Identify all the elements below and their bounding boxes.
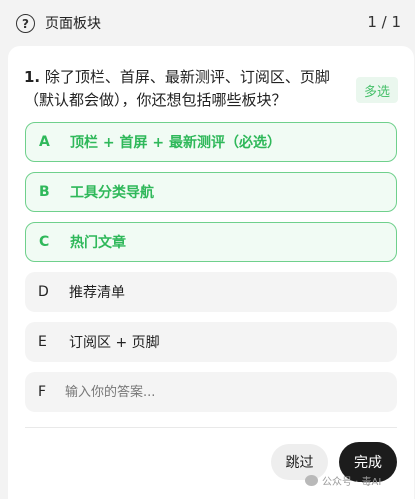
option-letter: E bbox=[38, 334, 47, 350]
option-a[interactable]: A 顶栏 + 首屏 + 最新测评（必选） bbox=[25, 122, 397, 162]
option-e[interactable]: E 订阅区 + 页脚 bbox=[25, 322, 397, 362]
watermark-text: 公众号 · 毒AI bbox=[322, 477, 382, 488]
option-c[interactable]: C 热门文章 bbox=[25, 222, 397, 262]
question-counter: 1 / 1 bbox=[367, 13, 401, 31]
question-body: 除了顶栏、首屏、最新测评、订阅区、页脚（默认都会做），你还想包括哪些板块？ bbox=[24, 68, 330, 109]
option-label: 热门文章 bbox=[70, 235, 126, 251]
question-number: 1. bbox=[24, 68, 41, 86]
question-circle-icon[interactable]: ? bbox=[16, 14, 35, 33]
option-label: 推荐清单 bbox=[69, 285, 125, 301]
option-letter: F bbox=[38, 384, 47, 400]
option-label: 顶栏 + 首屏 + 最新测评（必选） bbox=[70, 135, 281, 151]
option-letter: A bbox=[39, 134, 50, 150]
header: ? 页面板块 1 / 1 bbox=[0, 0, 415, 46]
option-f[interactable]: F bbox=[25, 372, 397, 412]
multi-select-badge: 多选 bbox=[356, 77, 398, 103]
page-title: 页面板块 bbox=[45, 16, 101, 32]
option-b[interactable]: B 工具分类导航 bbox=[25, 172, 397, 212]
option-d[interactable]: D 推荐清单 bbox=[25, 272, 397, 312]
divider bbox=[25, 427, 397, 428]
question-card: 1. 除了顶栏、首屏、最新测评、订阅区、页脚（默认都会做），你还想包括哪些板块？… bbox=[8, 46, 414, 499]
wechat-icon bbox=[305, 475, 318, 486]
option-label: 工具分类导航 bbox=[70, 185, 154, 201]
custom-answer-input[interactable] bbox=[65, 380, 385, 404]
option-letter: D bbox=[38, 284, 49, 300]
option-letter: C bbox=[39, 234, 50, 250]
question-text: 1. 除了顶栏、首屏、最新测评、订阅区、页脚（默认都会做），你还想包括哪些板块？ bbox=[24, 66, 344, 112]
watermark: 公众号 · 毒AI bbox=[305, 473, 381, 488]
option-letter: B bbox=[39, 184, 50, 200]
option-label: 订阅区 + 页脚 bbox=[69, 335, 160, 351]
